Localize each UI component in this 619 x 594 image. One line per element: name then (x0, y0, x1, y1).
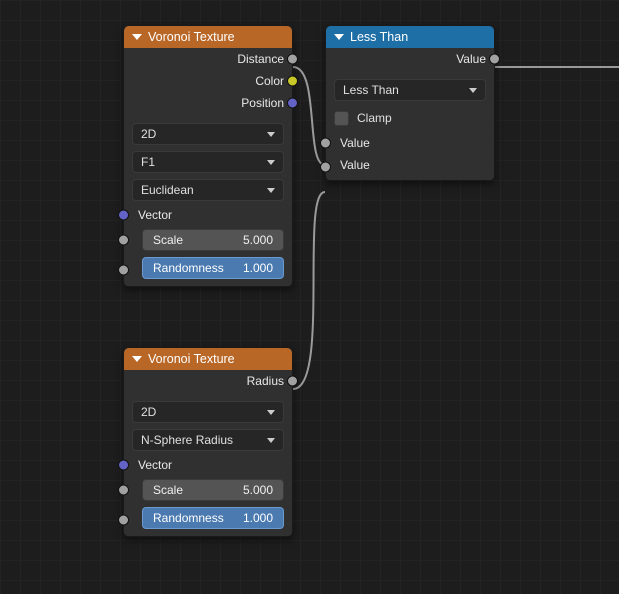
socket-radius-out[interactable] (287, 376, 298, 387)
select-metric[interactable]: Euclidean (132, 179, 284, 201)
collapse-icon[interactable] (132, 356, 142, 362)
checkbox-clamp[interactable] (334, 111, 349, 126)
input-scale[interactable]: Scale 5.000 (124, 226, 292, 254)
socket-color-out[interactable] (287, 76, 298, 87)
field-scale[interactable]: Scale 5.000 (142, 229, 284, 251)
select-dimensions[interactable]: 2D (132, 401, 284, 423)
node-title: Voronoi Texture (148, 352, 235, 366)
select-dimensions[interactable]: 2D (132, 123, 284, 145)
collapse-icon[interactable] (334, 34, 344, 40)
node-title: Less Than (350, 30, 408, 44)
node-less-than[interactable]: Less Than Value Less Than Clamp Value Va… (325, 25, 495, 181)
node-header[interactable]: Voronoi Texture (124, 26, 292, 48)
field-scale[interactable]: Scale 5.000 (142, 479, 284, 501)
node-wires (0, 0, 619, 594)
chevron-down-icon (267, 410, 275, 415)
output-position[interactable]: Position (124, 92, 292, 114)
socket-vector-in[interactable] (118, 210, 129, 221)
output-color[interactable]: Color (124, 70, 292, 92)
node-header[interactable]: Less Than (326, 26, 494, 48)
chevron-down-icon (267, 132, 275, 137)
socket-value-out[interactable] (489, 54, 500, 65)
node-title: Voronoi Texture (148, 30, 235, 44)
input-randomness[interactable]: Randomness 1.000 (124, 254, 292, 286)
output-distance[interactable]: Distance (124, 48, 292, 70)
node-voronoi-texture-2[interactable]: Voronoi Texture Radius 2D N-Sphere Radiu… (123, 347, 293, 537)
chevron-down-icon (267, 188, 275, 193)
field-randomness[interactable]: Randomness 1.000 (142, 257, 284, 279)
chevron-down-icon (267, 438, 275, 443)
socket-randomness-in[interactable] (118, 265, 129, 276)
socket-position-out[interactable] (287, 98, 298, 109)
chevron-down-icon (267, 160, 275, 165)
input-vector[interactable]: Vector (124, 454, 292, 476)
socket-vector-in[interactable] (118, 460, 129, 471)
output-value[interactable]: Value (326, 48, 494, 70)
socket-value-b-in[interactable] (320, 162, 331, 173)
socket-scale-in[interactable] (118, 235, 129, 246)
select-feature[interactable]: N-Sphere Radius (132, 429, 284, 451)
collapse-icon[interactable] (132, 34, 142, 40)
input-scale[interactable]: Scale 5.000 (124, 476, 292, 504)
select-operation[interactable]: Less Than (334, 79, 486, 101)
field-randomness[interactable]: Randomness 1.000 (142, 507, 284, 529)
socket-randomness-in[interactable] (118, 515, 129, 526)
socket-value-a-in[interactable] (320, 138, 331, 149)
select-feature[interactable]: F1 (132, 151, 284, 173)
socket-distance-out[interactable] (287, 54, 298, 65)
clamp-row[interactable]: Clamp (326, 107, 494, 129)
input-value-a[interactable]: Value (326, 132, 494, 154)
input-randomness[interactable]: Randomness 1.000 (124, 504, 292, 536)
node-header[interactable]: Voronoi Texture (124, 348, 292, 370)
input-value-b[interactable]: Value (326, 154, 494, 180)
output-radius[interactable]: Radius (124, 370, 292, 392)
input-vector[interactable]: Vector (124, 204, 292, 226)
socket-scale-in[interactable] (118, 485, 129, 496)
node-voronoi-texture-1[interactable]: Voronoi Texture Distance Color Position … (123, 25, 293, 287)
chevron-down-icon (469, 88, 477, 93)
